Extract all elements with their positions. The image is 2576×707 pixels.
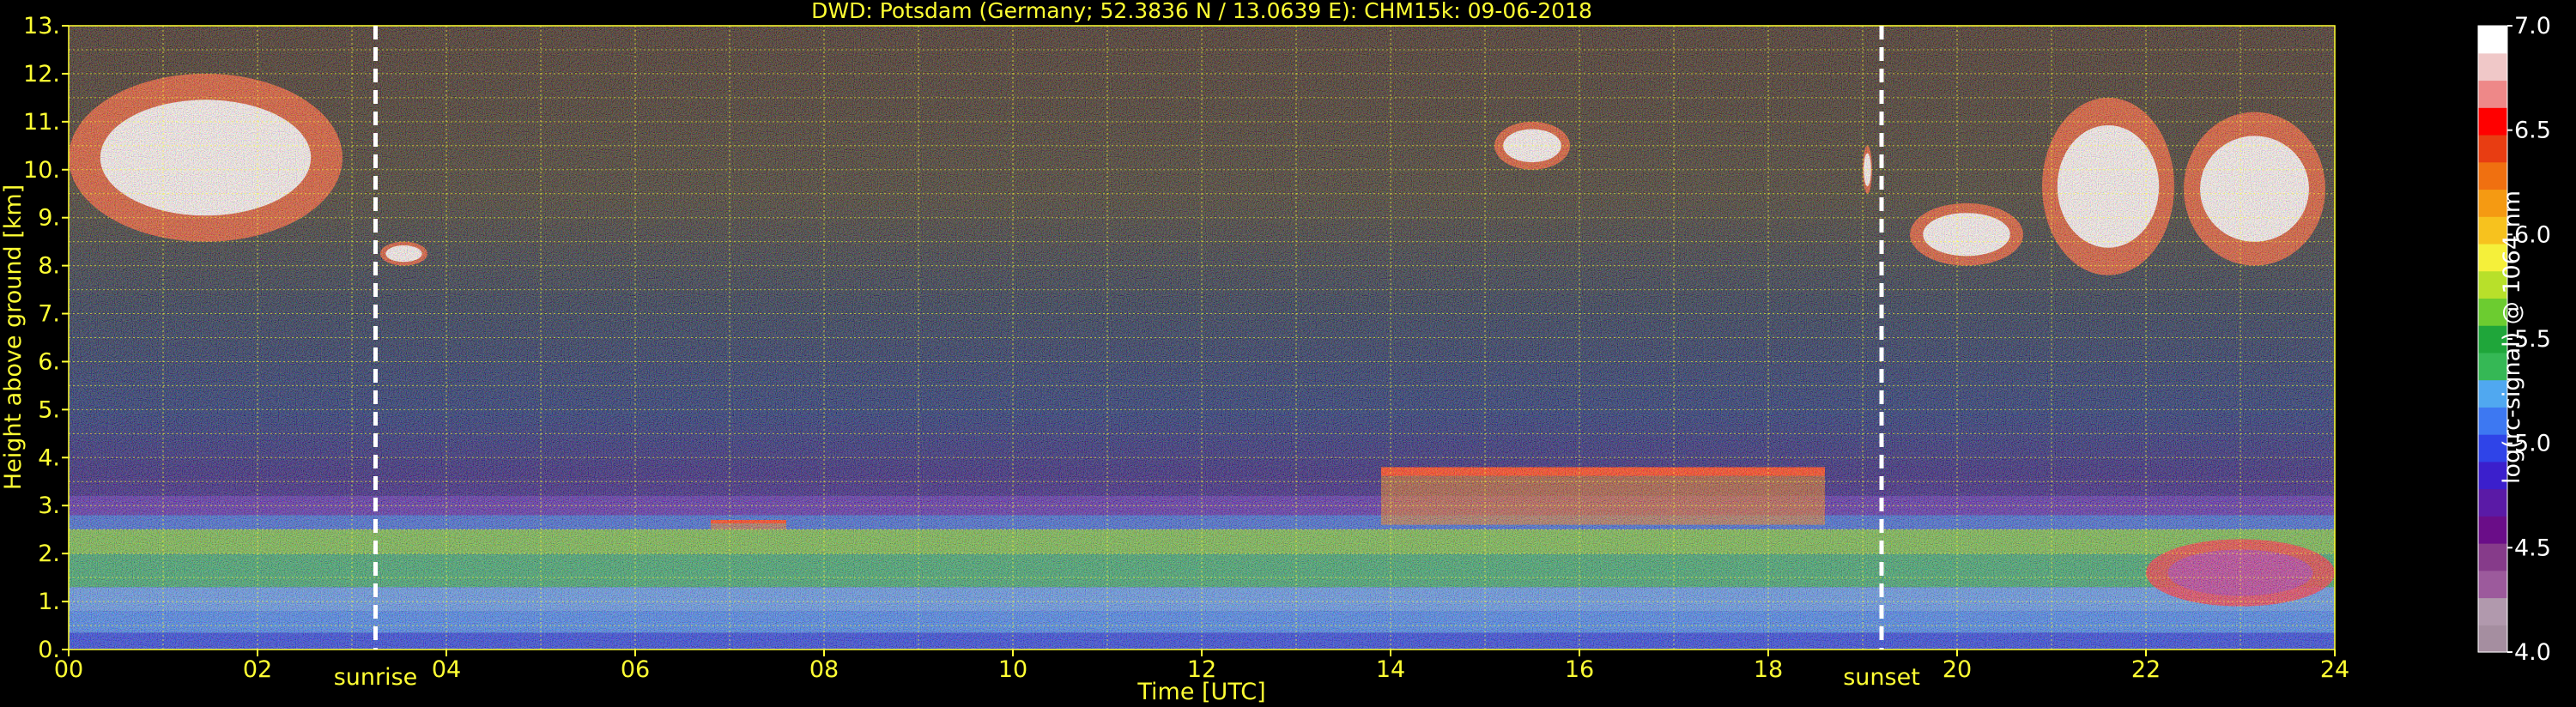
sun-marker-label: sunset [1843, 664, 1920, 691]
chart-title: DWD: Potsdam (Germany; 52.3836 N / 13.06… [811, 0, 1592, 23]
colorbar-segment [2478, 26, 2507, 54]
y-tick-label: 5. [38, 396, 60, 423]
plot-area [69, 26, 2335, 650]
colorbar-segment [2478, 488, 2507, 517]
x-tick-label: 24 [2320, 656, 2349, 683]
colorbar-segment [2478, 543, 2507, 571]
y-tick-label: 0. [38, 637, 60, 663]
colorbar-segment [2478, 52, 2507, 82]
ceilometer-figure: sunrise sunset 00 02 04 06 08 10 12 14 16 18 20 22 24… [0, 0, 2551, 705]
x-tick-label: 22 [2131, 656, 2161, 683]
colorbar-segment [2478, 625, 2507, 653]
colorbar-label: log(rc-signal) @ 1064 nm [2499, 190, 2525, 484]
colorbar-segment [2478, 570, 2507, 599]
colorbar-tick-label: 4.0 [2514, 639, 2551, 666]
colorbar-segment [2478, 516, 2507, 544]
y-tick-label: 2. [38, 541, 60, 567]
colorbar-segment [2478, 597, 2507, 625]
y-axis-label: Height above ground [km] [0, 184, 27, 490]
x-tick-label: 06 [621, 656, 650, 683]
colorbar-segment [2478, 161, 2507, 190]
x-tick-label: 10 [998, 656, 1027, 683]
y-tick-label: 9. [38, 205, 60, 232]
y-tick-label: 6. [38, 348, 60, 375]
y-tick-label: 4. [38, 444, 60, 471]
colorbar-segment [2478, 107, 2507, 136]
y-tick-label: 7. [38, 301, 60, 328]
sun-marker-label: sunrise [334, 664, 418, 691]
colorbar-segment [2478, 134, 2507, 163]
x-tick-label: 20 [1943, 656, 1972, 683]
y-tick-label: 13. [23, 13, 60, 39]
y-tick-label: 12. [23, 61, 60, 88]
x-tick-label: 14 [1376, 656, 1405, 683]
x-tick-label: 08 [809, 656, 839, 683]
x-tick-label: 02 [243, 656, 272, 683]
colorbar-segment [2478, 80, 2507, 108]
x-tick-label: 04 [432, 656, 461, 683]
x-axis-label: Time [UTC] [1136, 679, 1265, 705]
y-tick-label: 10. [23, 157, 60, 184]
y-tick-label: 3. [38, 492, 60, 519]
y-axis-ticks: 0. 1. 2. 3. 4. 5. 6. 7. 8. 9. 10. 11. 12. 13. [23, 13, 69, 663]
y-tick-label: 1. [38, 589, 60, 615]
y-tick-label: 8. [38, 253, 60, 280]
y-tick-label: 11. [23, 109, 60, 136]
colorbar-tick-label: 6.5 [2514, 118, 2551, 144]
colorbar-tick-label: 7.0 [2514, 13, 2551, 39]
x-tick-label: 16 [1565, 656, 1594, 683]
x-tick-label: 18 [1754, 656, 1783, 683]
colorbar-tick-label: 4.5 [2514, 535, 2551, 561]
